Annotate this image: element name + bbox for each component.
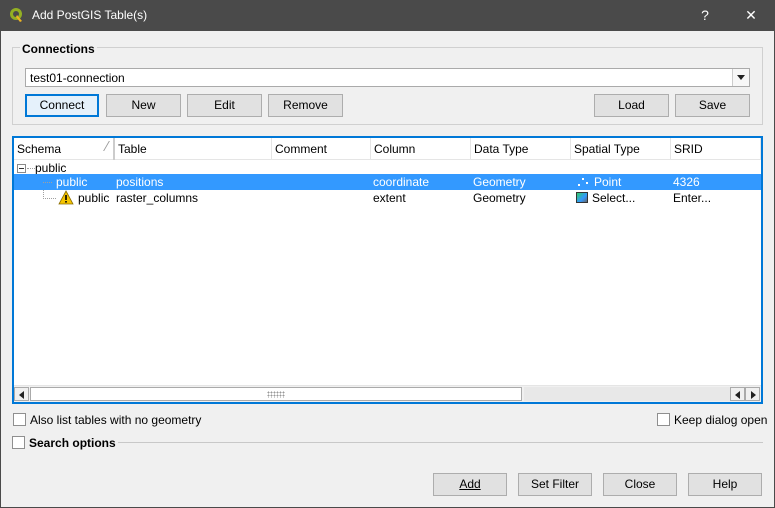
tree-line (43, 198, 56, 199)
column-header: Schema Table Comment Column Data Type Sp… (14, 138, 761, 160)
close-button[interactable]: Close (603, 473, 677, 496)
add-button[interactable]: Add (433, 473, 507, 496)
cell-table: positions (116, 175, 164, 189)
grip-icon (267, 391, 285, 398)
header-data-type[interactable]: Data Type (471, 138, 571, 160)
keep-dialog-open-checkbox[interactable] (657, 413, 670, 426)
point-icon (576, 176, 590, 188)
cell-table: raster_columns (116, 191, 199, 205)
header-column[interactable]: Column (371, 138, 471, 160)
tree-line (27, 168, 35, 169)
cell-column: extent (373, 191, 406, 205)
collapse-icon[interactable] (17, 164, 26, 173)
cell-column: coordinate (373, 175, 430, 189)
also-list-no-geometry-checkbox[interactable] (13, 413, 26, 426)
load-button[interactable]: Load (594, 94, 669, 117)
cell-srid: 4326 (673, 175, 700, 189)
table-row[interactable]: public raster_columns extent Geometry Se… (14, 190, 761, 206)
scroll-right-icon[interactable] (745, 387, 760, 401)
set-filter-button[interactable]: Set Filter (518, 473, 592, 496)
connect-button[interactable]: Connect (25, 94, 99, 117)
close-window-button[interactable]: ✕ (728, 0, 774, 31)
cell-spatial-type[interactable]: Select... (576, 191, 635, 205)
help-button[interactable]: Help (688, 473, 762, 496)
horizontal-scrollbar[interactable] (14, 385, 761, 402)
window-title: Add PostGIS Table(s) (32, 8, 148, 22)
cell-data-type: Geometry (473, 191, 526, 205)
save-button[interactable]: Save (675, 94, 750, 117)
header-table[interactable]: Table (115, 138, 272, 160)
scroll-left-icon[interactable] (14, 387, 29, 401)
cell-schema: public (56, 175, 88, 189)
header-srid[interactable]: SRID (671, 138, 761, 160)
connection-select[interactable]: test01-connection (25, 68, 750, 87)
new-button[interactable]: New (106, 94, 181, 117)
sort-indicator-icon (98, 141, 110, 151)
tables-tree-view[interactable]: Schema Table Comment Column Data Type Sp… (12, 136, 763, 404)
header-spatial-type[interactable]: Spatial Type (571, 138, 671, 160)
scroll-left-icon[interactable] (730, 387, 745, 401)
warning-icon (58, 190, 74, 205)
search-options-checkbox[interactable] (12, 436, 25, 449)
table-row[interactable]: public positions coordinate Geometry Poi… (14, 174, 761, 190)
edit-button[interactable]: Edit (187, 94, 262, 117)
remove-button[interactable]: Remove (268, 94, 343, 117)
qgis-logo-icon (10, 8, 22, 22)
header-schema[interactable]: Schema (14, 138, 115, 160)
connection-select-value: test01-connection (30, 71, 125, 85)
scrollbar-thumb[interactable] (30, 387, 522, 401)
help-title-button[interactable]: ? (682, 0, 728, 31)
search-options-label[interactable]: Search options (29, 436, 116, 450)
scrollbar-track[interactable] (524, 387, 730, 401)
cell-data-type: Geometry (473, 175, 526, 189)
cell-schema: public (78, 191, 110, 205)
search-options-divider (118, 442, 763, 443)
connections-group-title: Connections (20, 42, 97, 56)
cell-srid[interactable]: Enter... (673, 191, 711, 205)
also-list-no-geometry-label[interactable]: Also list tables with no geometry (30, 413, 201, 427)
title-bar: Add PostGIS Table(s) ? ✕ (0, 0, 775, 31)
header-comment[interactable]: Comment (272, 138, 371, 160)
raster-icon (576, 192, 588, 203)
tree-line (43, 182, 52, 183)
chevron-down-icon[interactable] (732, 69, 749, 86)
cell-spatial-type[interactable]: Point (576, 175, 621, 189)
keep-dialog-open-label[interactable]: Keep dialog open (674, 413, 767, 427)
schema-node-label: public (35, 161, 67, 175)
